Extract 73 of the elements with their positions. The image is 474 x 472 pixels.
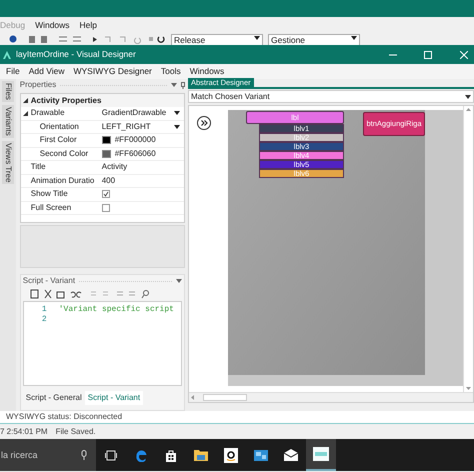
property-label: Orientation — [40, 122, 79, 131]
window-title: layItemOrdine - Visual Designer — [16, 50, 137, 59]
tab[interactable]: Script - Variant — [84, 391, 144, 405]
panel-title: Properties — [20, 81, 56, 89]
log-message: File Saved. — [56, 428, 96, 436]
dropdown-field[interactable]: GradientDrawable — [102, 109, 184, 118]
property-label: Drawable — [30, 109, 65, 118]
checkbox[interactable] — [102, 204, 110, 212]
tab[interactable]: Script - General — [22, 391, 85, 405]
menu-item[interactable]: Windows — [35, 21, 70, 30]
line-number: 1 — [40, 306, 48, 314]
variant-dropdown[interactable]: Match Chosen Variant — [188, 90, 474, 103]
caret-icon — [465, 94, 471, 98]
property-label: Title — [30, 163, 46, 172]
vertical-scrollbar[interactable] — [463, 106, 473, 392]
horizontal-scrollbar[interactable] — [189, 392, 473, 402]
side-tab[interactable]: Files — [2, 81, 14, 102]
caret-icon — [174, 111, 180, 116]
status-text: WYSIWYG status: Disconnected — [6, 413, 122, 421]
caret-icon — [171, 83, 177, 87]
panel-title: Script - Variant — [22, 277, 76, 285]
envelope-icon[interactable] — [284, 449, 298, 461]
property-label: Animation Duratio — [30, 176, 94, 185]
menu-item[interactable]: Tools — [160, 67, 181, 76]
folder-icon[interactable] — [194, 449, 208, 461]
menu-item[interactable]: File — [6, 67, 20, 76]
scroll-up-icon[interactable] — [466, 108, 471, 111]
scroll-thumb[interactable] — [203, 394, 247, 401]
double-chevron-icon — [200, 120, 208, 126]
microphone-icon — [81, 450, 87, 460]
side-tab[interactable]: Views Tree — [2, 140, 14, 184]
shopping-bag-icon[interactable] — [165, 448, 177, 462]
code-editor[interactable]: 1 'Variant specific script 2 — [22, 301, 182, 386]
code-comment: 'Variant specific script — [58, 306, 174, 314]
expand-button[interactable] — [197, 116, 211, 130]
caret-icon — [351, 36, 357, 40]
photos-icon[interactable] — [254, 450, 268, 460]
property-label: Show Title — [30, 190, 68, 198]
caret-icon — [174, 124, 180, 129]
menu-item[interactable]: WYSIWYG Designer — [73, 67, 152, 76]
configuration-dropdown[interactable]: Release — [171, 34, 263, 45]
search-field[interactable]: la ricerca — [0, 439, 96, 471]
log-time: 7 2:54:01 PM — [0, 428, 48, 436]
browser-icon[interactable] — [134, 448, 148, 462]
app-logo-icon — [3, 50, 11, 58]
caret-icon — [176, 279, 182, 283]
property-value: Activity — [102, 163, 128, 172]
dropdown-field[interactable]: LEFT_RIGHT — [102, 122, 184, 131]
scroll-down-icon[interactable] — [466, 387, 471, 390]
shopping-app-icon[interactable] — [224, 448, 238, 462]
menu-item[interactable]: Help — [80, 21, 98, 30]
property-label: Second Color — [40, 150, 88, 158]
property-value: 400 — [102, 176, 116, 185]
menu-item[interactable]: Add View — [28, 67, 64, 76]
pin-icon[interactable] — [181, 82, 185, 88]
line-number: 2 — [40, 316, 48, 324]
property-label: Full Screen — [30, 204, 72, 212]
expander-icon[interactable] — [22, 98, 28, 103]
maximize-icon[interactable] — [424, 50, 432, 58]
task-view-icon[interactable] — [105, 450, 117, 460]
property-label: First Color — [40, 136, 77, 144]
side-tab[interactable]: Variants — [2, 104, 14, 138]
expander-icon[interactable] — [22, 110, 28, 116]
color-swatch[interactable] — [102, 136, 111, 144]
close-icon[interactable] — [460, 50, 468, 58]
project-dropdown[interactable]: Gestione — [268, 34, 360, 45]
property-value: #FF000000 — [114, 136, 156, 144]
menu-item[interactable]: Windows — [190, 67, 224, 76]
property-value: #FF606060 — [114, 150, 156, 158]
caret-icon — [254, 36, 260, 40]
category-header: Activity Properties — [30, 96, 102, 104]
color-swatch[interactable] — [102, 150, 111, 158]
checkbox[interactable] — [102, 190, 110, 198]
